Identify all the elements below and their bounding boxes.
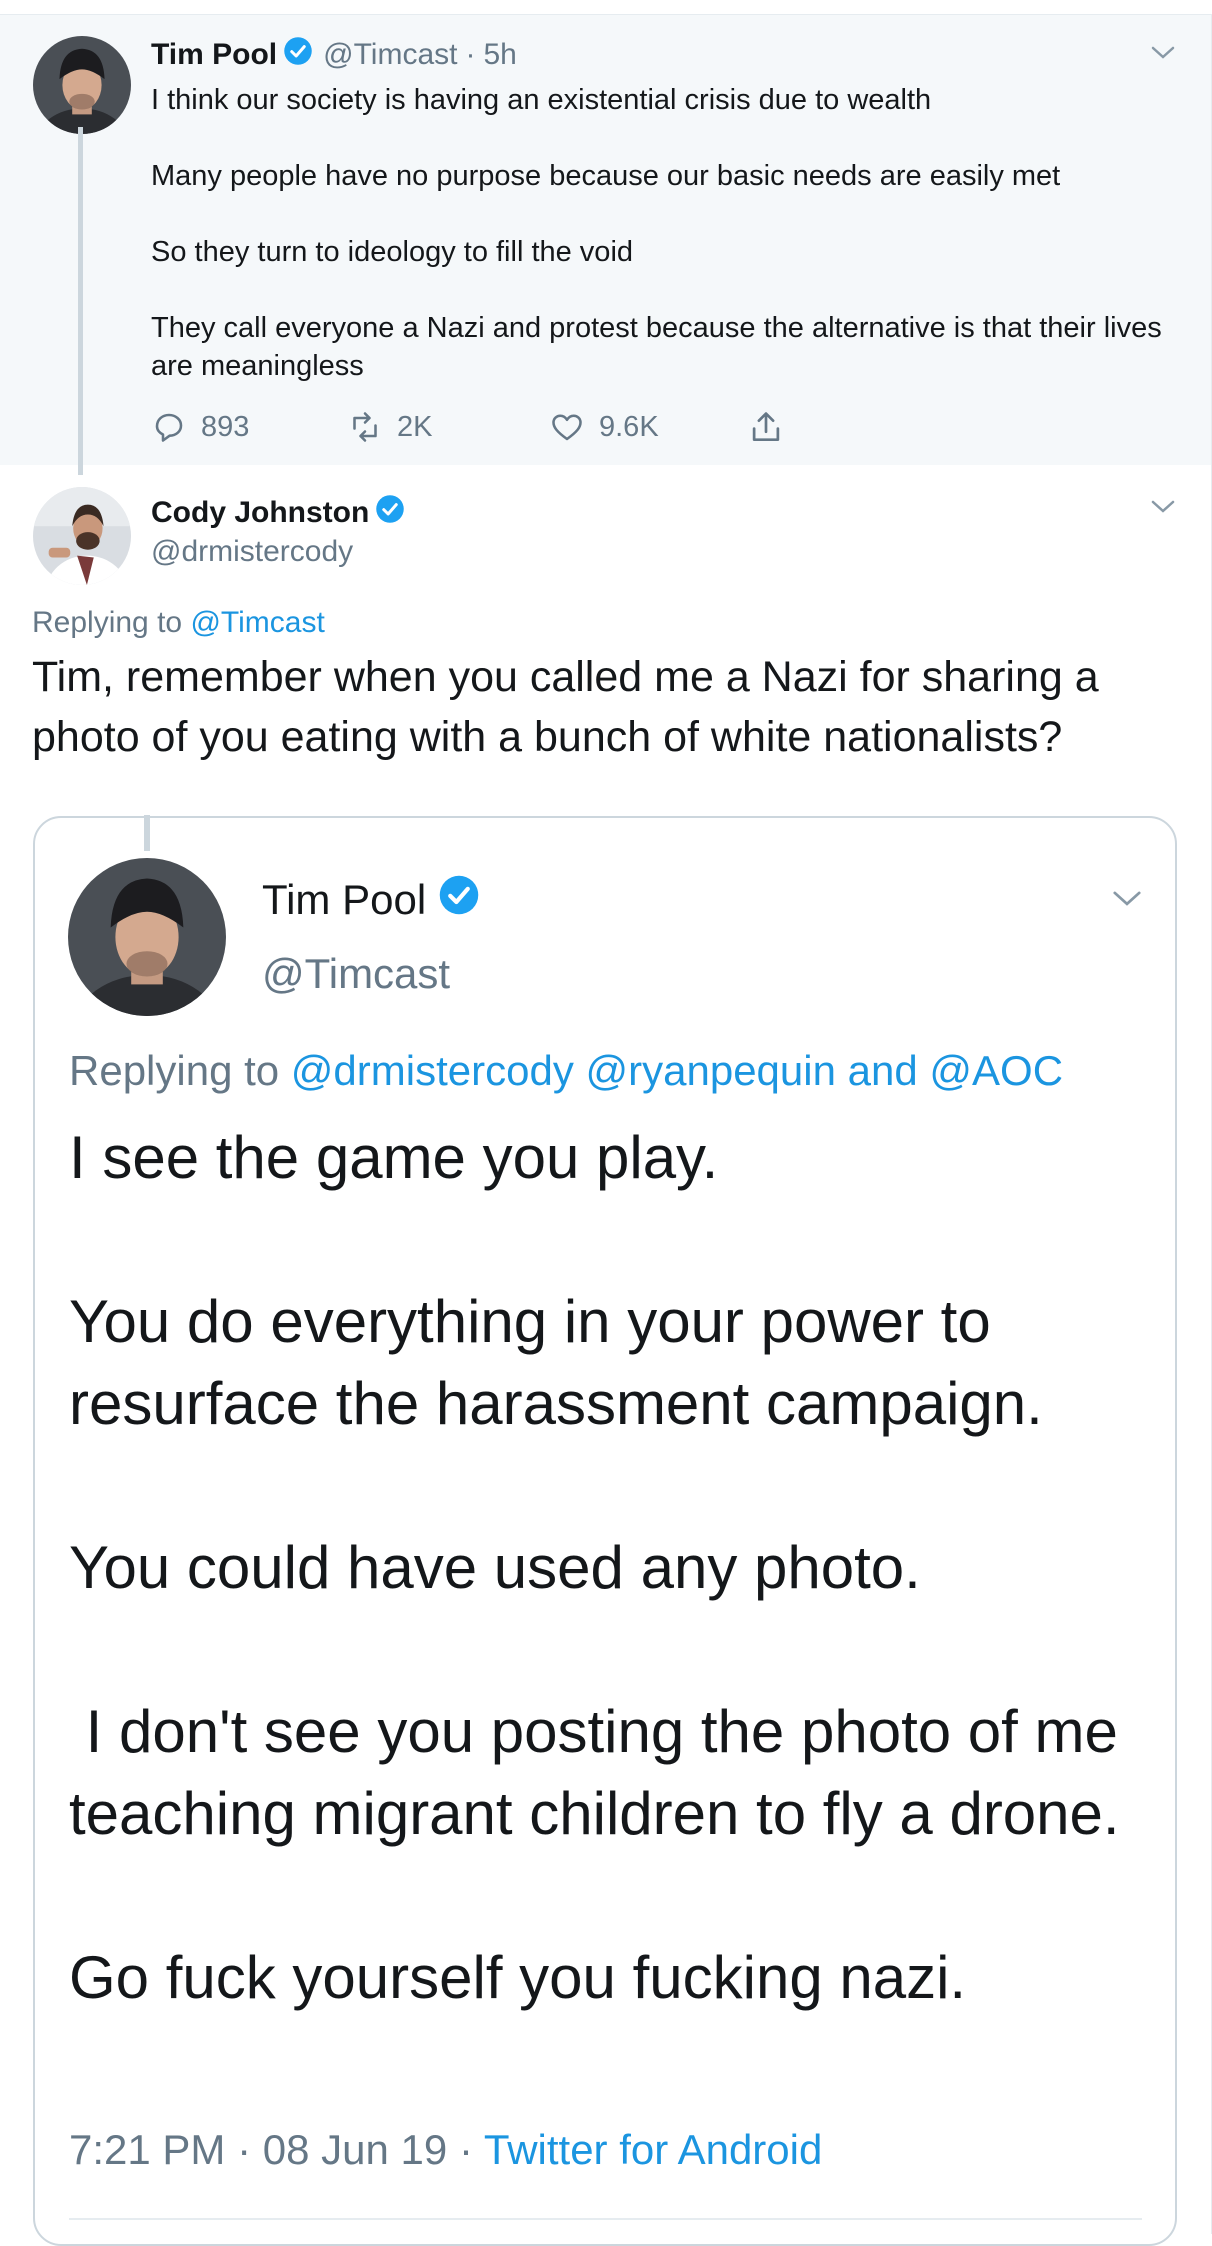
author-name[interactable]: Tim Pool — [151, 38, 277, 72]
retweet-icon — [353, 412, 377, 442]
parent-tweet-header: Tim Pool @Timcast · 5h — [151, 36, 517, 74]
quoted-divider — [69, 2218, 1142, 2220]
author-name: Tim Pool — [262, 876, 427, 923]
like-count: 9.6K — [599, 410, 659, 443]
chevron-down-icon[interactable] — [1150, 44, 1176, 67]
author-handle: @Timcast — [262, 950, 451, 997]
separator: · — [237, 2126, 252, 2173]
reply-count: 893 — [201, 410, 250, 443]
verified-badge-icon — [283, 36, 313, 74]
verified-badge-icon — [375, 494, 405, 532]
share-button[interactable] — [747, 405, 799, 449]
separator: · — [458, 2126, 473, 2173]
author-name[interactable]: Cody Johnston — [151, 496, 369, 530]
quoted-tweet-source: Twitter for Android — [483, 2126, 823, 2173]
share-icon — [752, 412, 780, 442]
avatar[interactable] — [33, 487, 131, 585]
replying-to: Replying to @drmistercody @ryanpequin an… — [69, 1047, 1063, 1095]
replying-to-prefix: Replying to — [32, 606, 183, 639]
quoted-tweet-date: 08 Jun 19 — [262, 2126, 448, 2173]
thread-line-stub — [144, 815, 150, 851]
tim-pool-avatar-image — [68, 858, 226, 1016]
thread-line — [78, 127, 83, 475]
reply-button[interactable]: 893 — [151, 405, 249, 449]
quoted-tweet-header: Tim Pool — [262, 874, 480, 926]
reply-icon — [155, 413, 183, 442]
replying-to-link[interactable]: @Timcast — [190, 606, 324, 639]
tweet-time[interactable]: 5h — [483, 38, 516, 72]
chevron-down-icon — [1110, 888, 1144, 915]
retweet-count: 2K — [397, 410, 433, 443]
quoted-tweet-text: I see the game you play. You do everythi… — [69, 1124, 1120, 2011]
reply-tweet-header: Cody Johnston — [151, 494, 405, 532]
tim-pool-avatar-image — [33, 36, 131, 134]
replying-to: Replying to @Timcast — [32, 606, 325, 640]
tweet-actions: 893 2K 9.6K — [151, 405, 801, 449]
avatar — [68, 858, 226, 1016]
author-handle[interactable]: @drmistercody — [151, 535, 353, 569]
avatar[interactable] — [33, 36, 131, 134]
author-handle[interactable]: @Timcast — [323, 38, 457, 72]
tweet-text: I think our society is having an existen… — [151, 84, 1162, 382]
quoted-tweet-time: 7:21 PM — [69, 2126, 226, 2173]
tweet-text: Tim, remember when you called me a Nazi … — [32, 653, 1099, 761]
like-button[interactable]: 9.6K — [549, 405, 659, 449]
replying-to-link: @drmistercody @ryanpequin and @AOC — [290, 1047, 1064, 1094]
heart-icon — [552, 414, 582, 441]
chevron-down-icon[interactable] — [1150, 498, 1176, 521]
cody-johnston-avatar-image — [33, 487, 131, 585]
replying-to-prefix: Replying to — [69, 1047, 280, 1094]
separator: · — [465, 38, 476, 71]
quoted-tweet-meta: 7:21 PM · 08 Jun 19 · Twitter for Androi… — [69, 2126, 822, 2174]
retweet-button[interactable]: 2K — [347, 405, 432, 449]
verified-badge-icon — [438, 874, 480, 926]
